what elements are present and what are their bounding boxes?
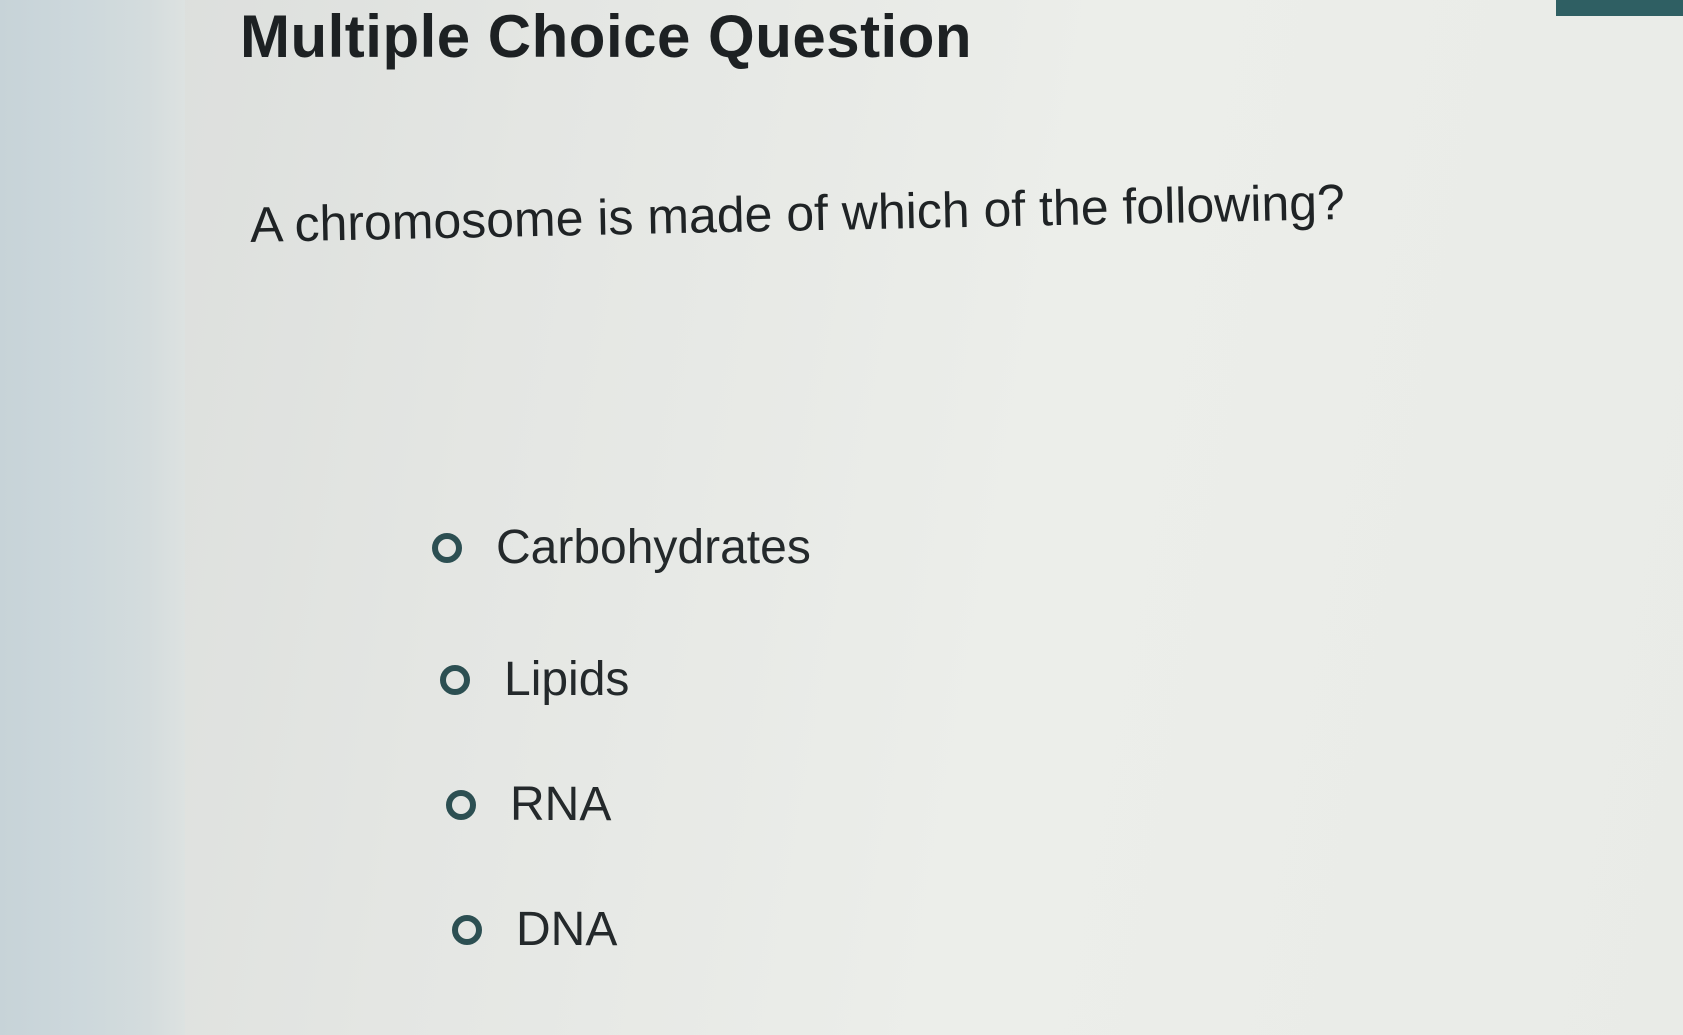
question-panel: Multiple Choice Question A chromosome is… — [0, 0, 1683, 1035]
radio-button-icon[interactable] — [432, 532, 462, 563]
option-lipids[interactable]: Lipids — [440, 652, 629, 707]
option-label: Carbohydrates — [496, 521, 811, 574]
radio-button-icon[interactable] — [446, 789, 476, 820]
answer-options: Carbohydrates Lipids RNA DNA — [0, 0, 1683, 1035]
radio-button-icon[interactable] — [440, 664, 470, 695]
option-rna[interactable]: RNA — [446, 777, 611, 832]
option-label: DNA — [516, 903, 618, 956]
option-carbohydrates[interactable]: Carbohydrates — [432, 520, 811, 575]
option-label: RNA — [510, 778, 612, 831]
option-label: Lipids — [504, 653, 630, 706]
radio-button-icon[interactable] — [452, 914, 482, 945]
option-dna[interactable]: DNA — [452, 902, 617, 957]
